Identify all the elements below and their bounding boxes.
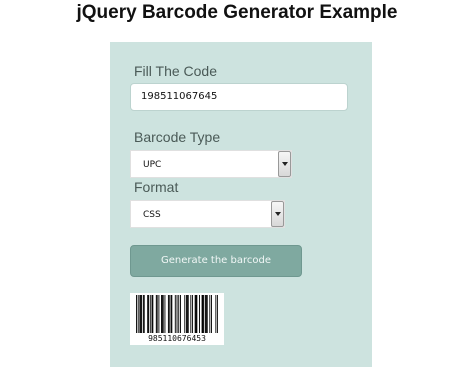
barcode-bar xyxy=(161,295,162,333)
barcode-bar xyxy=(167,295,169,333)
barcode-bar xyxy=(140,295,142,333)
barcode-bar xyxy=(143,295,145,333)
barcode-bar xyxy=(171,295,173,333)
barcode-bar xyxy=(170,295,172,333)
chevron-down-icon[interactable] xyxy=(271,201,284,227)
barcode-bar xyxy=(186,295,187,333)
barcode-bar xyxy=(136,295,137,333)
barcode-bars xyxy=(136,295,218,333)
barcode-bar xyxy=(202,295,204,333)
barcode-bar xyxy=(178,295,180,333)
barcode-bar xyxy=(206,295,208,333)
barcode-bar xyxy=(199,295,200,333)
barcode-output: 985110676453 xyxy=(130,293,224,345)
generate-barcode-button[interactable]: Generate the barcode xyxy=(130,245,302,277)
barcode-bar xyxy=(162,295,164,333)
barcode-bar xyxy=(158,295,160,333)
barcode-bar xyxy=(190,295,192,333)
barcode-type-value: UPC xyxy=(143,160,162,170)
barcode-type-select[interactable]: UPC xyxy=(130,150,292,178)
barcode-bar xyxy=(184,295,186,333)
code-input[interactable]: 198511067645 xyxy=(130,83,348,111)
barcode-bar xyxy=(156,295,158,333)
barcode-bar xyxy=(211,295,212,333)
barcode-bar xyxy=(148,295,149,333)
barcode-bar xyxy=(195,295,197,333)
code-label: Fill The Code xyxy=(134,63,218,79)
barcode-bar xyxy=(142,295,144,333)
barcode-bar xyxy=(164,295,166,333)
barcode-digits: 985110676453 xyxy=(148,334,206,343)
barcode-type-label: Barcode Type xyxy=(134,129,221,145)
barcode-bar xyxy=(168,295,170,333)
barcode-bar xyxy=(186,295,188,333)
barcode-bar xyxy=(201,295,203,333)
barcode-bar xyxy=(203,295,205,333)
barcode-bar xyxy=(161,295,163,333)
chevron-down-icon[interactable] xyxy=(278,151,291,177)
barcode-bar xyxy=(176,295,178,333)
barcode-bar xyxy=(155,295,157,333)
barcode-bar xyxy=(147,295,149,333)
barcode-bar xyxy=(192,295,194,333)
barcode-bar xyxy=(217,295,218,333)
barcode-bar xyxy=(194,295,196,333)
barcode-bar xyxy=(151,295,153,333)
barcode-bar xyxy=(215,295,217,333)
format-label: Format xyxy=(134,179,179,195)
page-title: jQuery Barcode Generator Example xyxy=(76,2,398,23)
barcode-bar xyxy=(196,295,198,333)
barcode-bar xyxy=(141,295,143,333)
barcode-bar xyxy=(149,295,151,333)
barcode-bar xyxy=(180,295,181,333)
barcode-form-panel: Fill The Code 198511067645 Barcode Type … xyxy=(110,42,372,367)
barcode-bar xyxy=(152,295,154,333)
barcode-bar xyxy=(209,295,211,333)
barcode-bar xyxy=(137,295,139,333)
format-value: CSS xyxy=(143,210,161,220)
barcode-bar xyxy=(205,295,207,333)
barcode-bar xyxy=(205,295,206,333)
barcode-bar xyxy=(174,295,176,333)
barcode-bar xyxy=(139,295,141,333)
format-select[interactable]: CSS xyxy=(130,200,285,228)
barcode-bar xyxy=(187,295,189,333)
